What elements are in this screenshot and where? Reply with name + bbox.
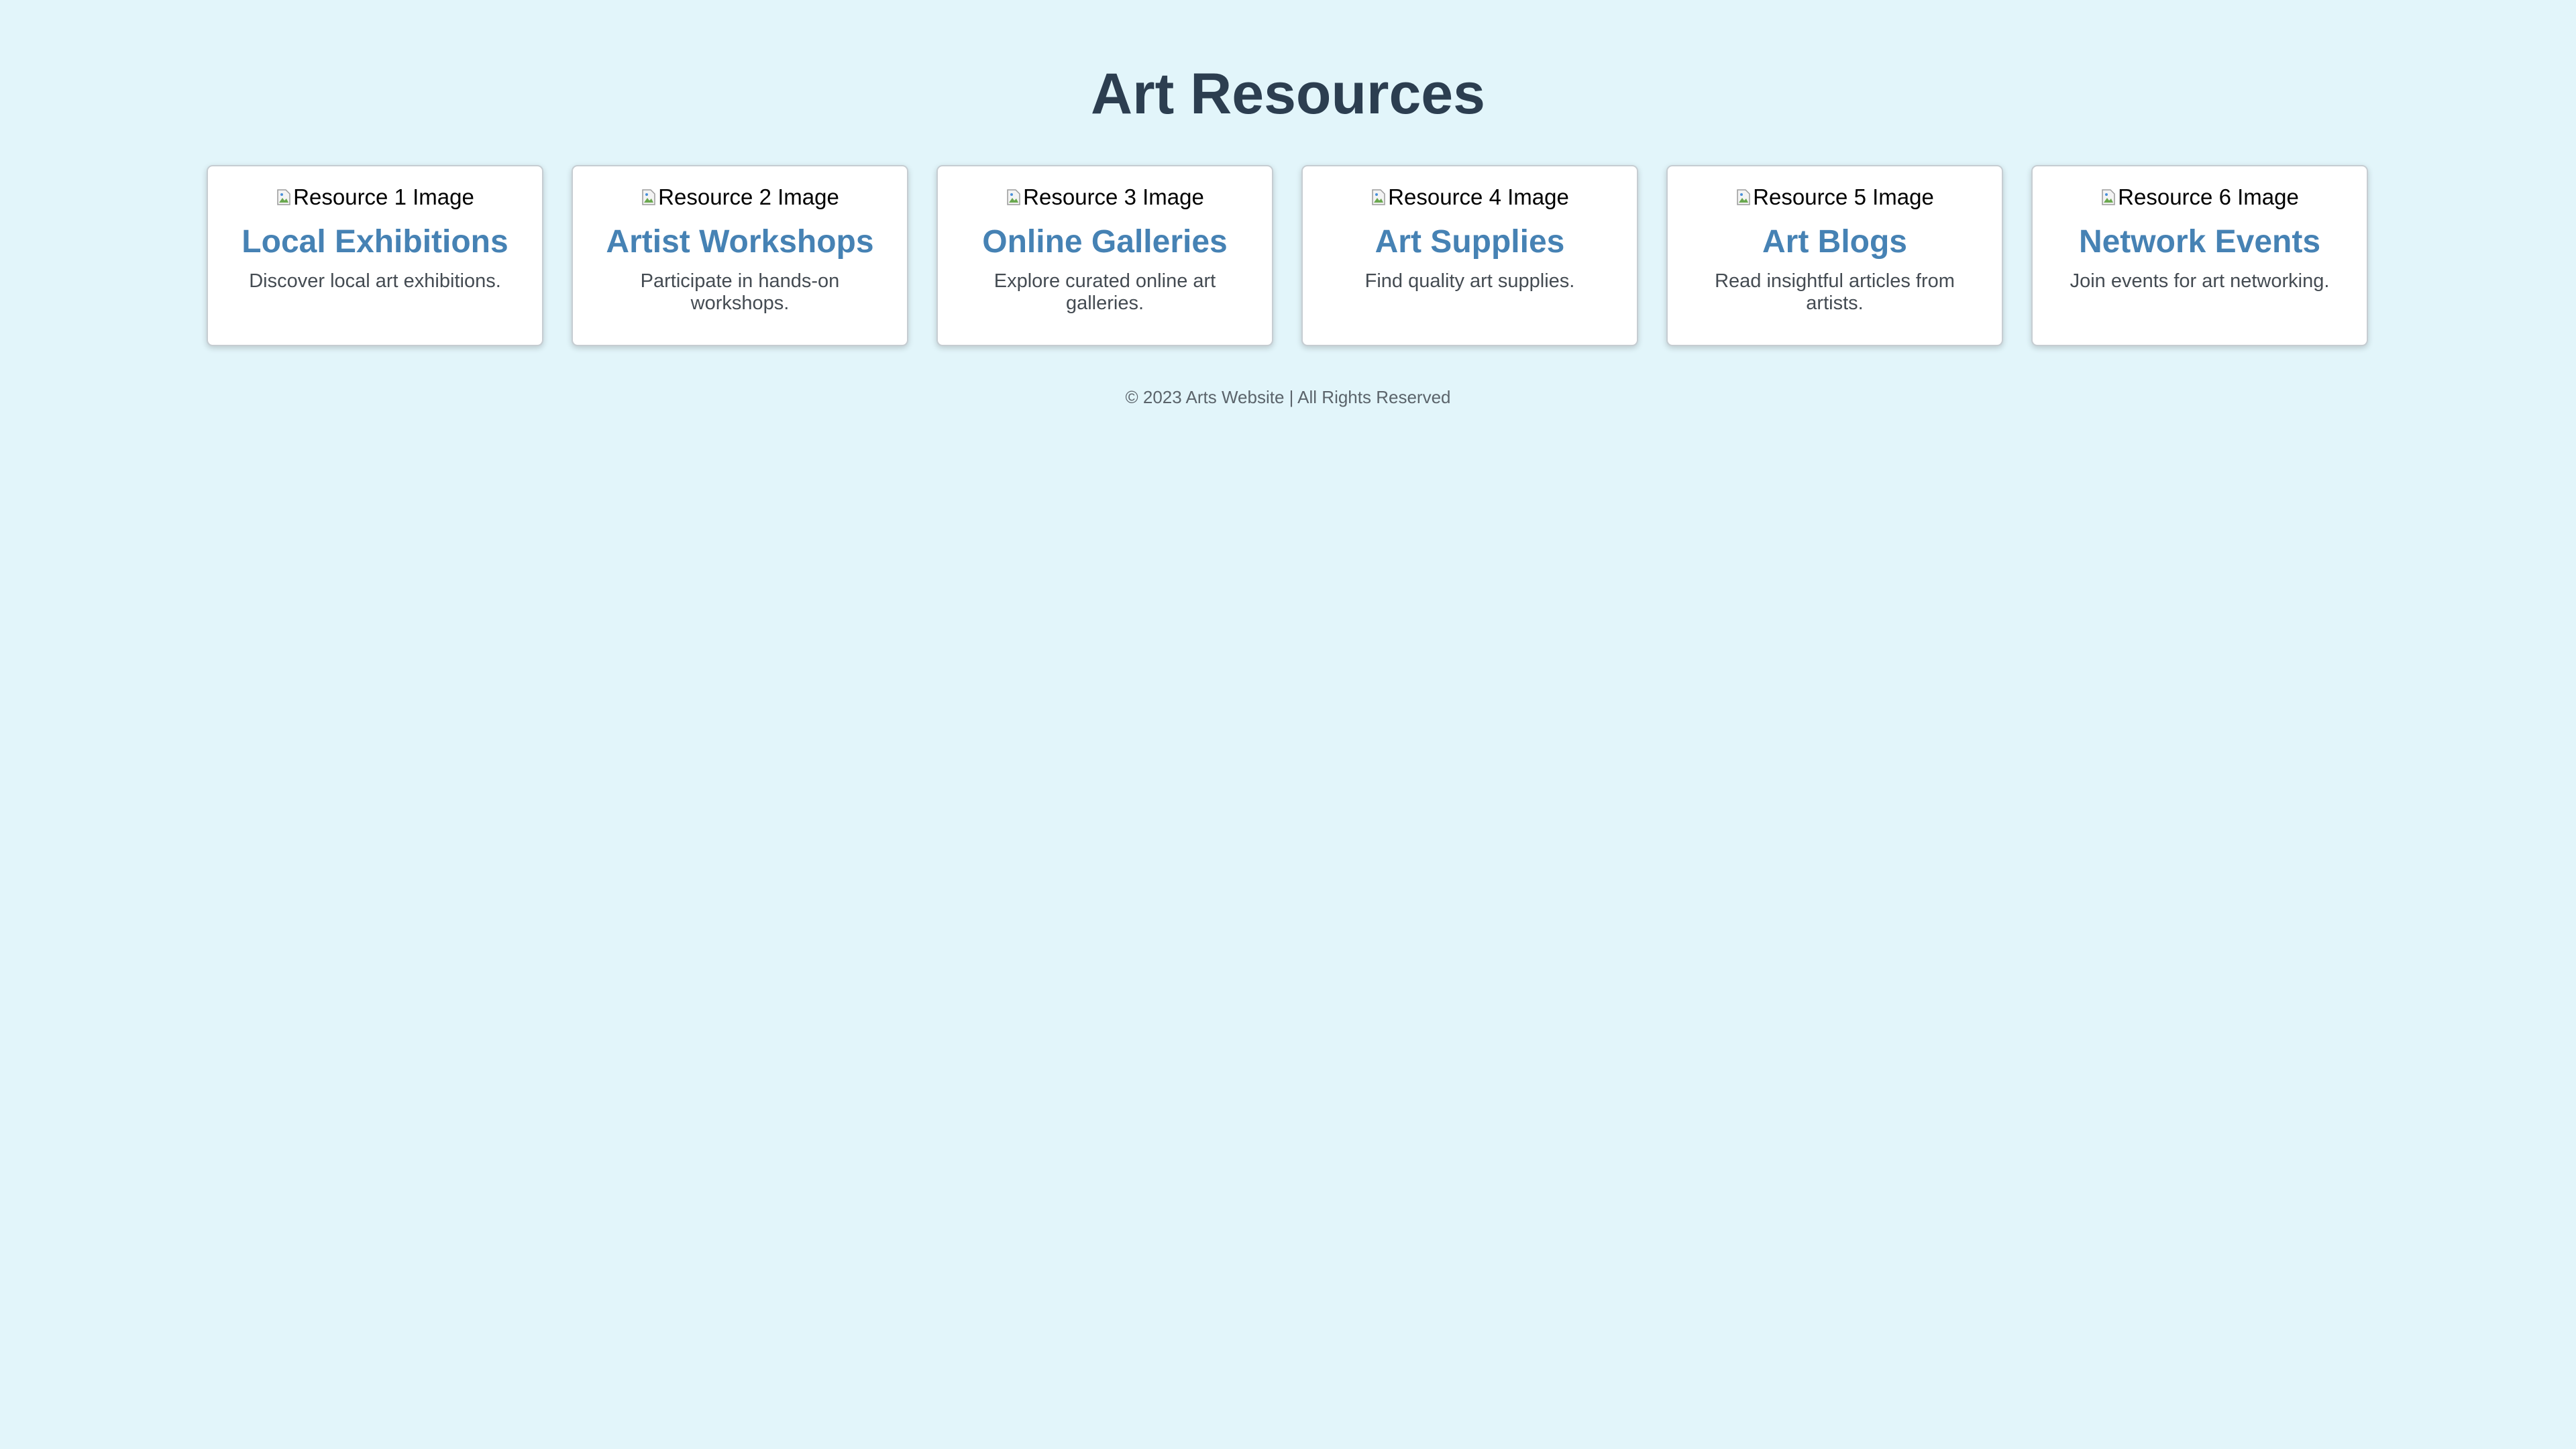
resource-card-online-galleries[interactable]: Resource 3 Image Online Galleries Explor… — [936, 165, 1273, 346]
resource-image: Resource 2 Image — [641, 185, 839, 209]
resource-card-list: Resource 1 Image Local Exhibitions Disco… — [207, 165, 2368, 346]
resource-title: Artist Workshops — [606, 224, 874, 260]
broken-image-icon — [642, 189, 655, 205]
resource-image: Resource 4 Image — [1371, 185, 1569, 209]
resource-card-artist-workshops[interactable]: Resource 2 Image Artist Workshops Partic… — [572, 165, 908, 346]
resource-image-alt-text: Resource 1 Image — [293, 184, 474, 209]
broken-image-icon — [1007, 189, 1020, 205]
page-title: Art Resources — [1091, 62, 1485, 126]
broken-image-icon — [1372, 189, 1385, 205]
resource-image-alt-text: Resource 4 Image — [1388, 184, 1569, 209]
resource-title: Art Supplies — [1375, 224, 1565, 260]
resource-description: Read insightful articles from artists. — [1715, 270, 1955, 314]
resource-title: Local Exhibitions — [241, 224, 508, 260]
resource-image-alt-text: Resource 5 Image — [1753, 184, 1934, 209]
resource-title: Art Blogs — [1762, 224, 1907, 260]
resource-description: Join events for art networking. — [2070, 270, 2330, 292]
resource-card-art-blogs[interactable]: Resource 5 Image Art Blogs Read insightf… — [1666, 165, 2003, 346]
resource-title: Network Events — [2078, 224, 2321, 260]
resource-image: Resource 5 Image — [1735, 185, 1934, 209]
resource-description: Explore curated online art galleries. — [994, 270, 1216, 314]
footer-copyright: © 2023 Arts Website | All Rights Reserve… — [1125, 387, 1451, 407]
resource-image: Resource 1 Image — [276, 185, 474, 209]
resource-description: Find quality art supplies. — [1364, 270, 1575, 292]
resource-image-alt-text: Resource 6 Image — [2118, 184, 2299, 209]
resource-description: Participate in hands-on workshops. — [640, 270, 840, 314]
resource-card-local-exhibitions[interactable]: Resource 1 Image Local Exhibitions Disco… — [207, 165, 543, 346]
resource-image: Resource 6 Image — [2100, 185, 2299, 209]
broken-image-icon — [1737, 189, 1750, 205]
resource-card-art-supplies[interactable]: Resource 4 Image Art Supplies Find quali… — [1301, 165, 1638, 346]
broken-image-icon — [277, 189, 290, 205]
broken-image-icon — [2102, 189, 2115, 205]
resource-title: Online Galleries — [982, 224, 1228, 260]
resource-description: Discover local art exhibitions. — [249, 270, 501, 292]
resource-image: Resource 3 Image — [1006, 185, 1204, 209]
resource-image-alt-text: Resource 2 Image — [658, 184, 839, 209]
resource-card-network-events[interactable]: Resource 6 Image Network Events Join eve… — [2031, 165, 2368, 346]
resource-image-alt-text: Resource 3 Image — [1023, 184, 1204, 209]
